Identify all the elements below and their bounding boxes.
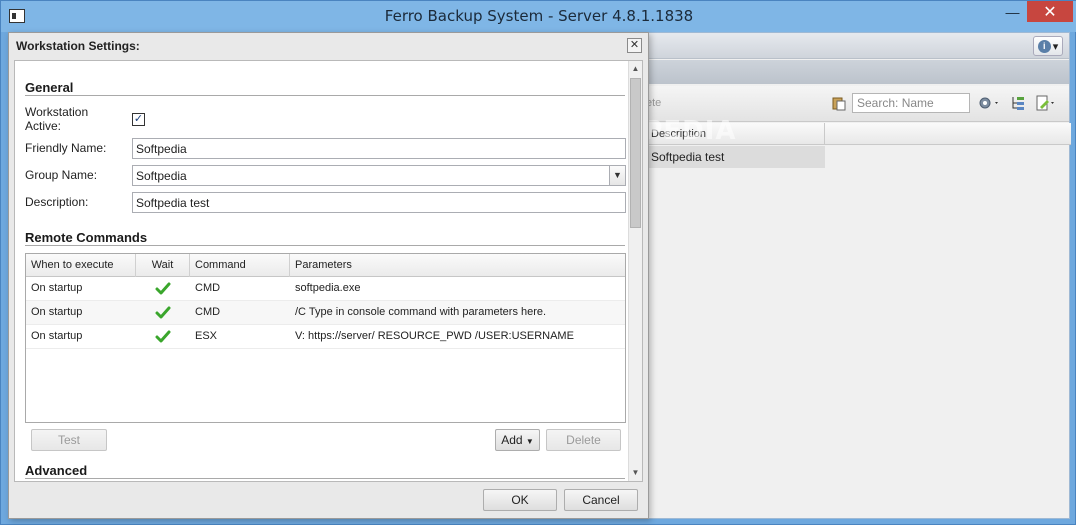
table-row[interactable]: Softpedia test: [649, 146, 825, 168]
cell-command: ESX: [195, 330, 218, 342]
window-controls: — ✕: [998, 1, 1073, 22]
search-input[interactable]: Search: Name: [852, 93, 970, 113]
check-icon: [155, 306, 171, 319]
vertical-scrollbar[interactable]: ▲ ▼: [628, 61, 642, 481]
delete-button[interactable]: Delete: [546, 429, 621, 451]
workstation-active-checkbox[interactable]: ✓: [132, 113, 145, 126]
add-button-label: Add: [501, 433, 523, 447]
divider: [25, 95, 625, 96]
scroll-up-icon[interactable]: ▲: [629, 62, 642, 76]
divider: [25, 478, 625, 479]
cell-command: CMD: [195, 282, 221, 294]
window-title: Ferro Backup System - Server 4.8.1.1838: [384, 7, 694, 25]
gear-icon[interactable]: [978, 95, 1002, 111]
workstation-settings-dialog: Workstation Settings: ✕ General Workstat…: [8, 32, 649, 519]
check-icon: [155, 282, 171, 295]
clipboard-icon[interactable]: [831, 95, 847, 111]
friendly-name-field[interactable]: Softpedia: [132, 138, 626, 159]
table-row[interactable]: On startup CMD softpedia.exe: [26, 277, 625, 301]
dialog-close-button[interactable]: ✕: [627, 38, 642, 53]
dialog-body: General Workstation Active: ✓ Friendly N…: [14, 60, 643, 482]
title-bar[interactable]: Ferro Backup System - Server 4.8.1.1838 …: [1, 1, 1076, 32]
check-icon: [155, 330, 171, 343]
app-window: Ferro Backup System - Server 4.8.1.1838 …: [0, 0, 1076, 525]
test-button[interactable]: Test: [31, 429, 107, 451]
chevron-down-icon[interactable]: ▼: [609, 166, 625, 185]
friendly-name-label: Friendly Name:: [25, 141, 107, 155]
scroll-down-icon[interactable]: ▼: [629, 466, 642, 480]
column-header-parameters[interactable]: Parameters: [290, 254, 626, 277]
scrollbar-thumb[interactable]: [630, 78, 641, 228]
close-window-button[interactable]: ✕: [1027, 1, 1073, 22]
advanced-section-title: Advanced: [25, 463, 88, 478]
minimize-button[interactable]: —: [998, 1, 1027, 22]
cell-parameters: /C Type in console command with paramete…: [295, 306, 547, 318]
description-field[interactable]: Softpedia test: [132, 192, 626, 213]
divider: [25, 245, 625, 246]
column-header-wait[interactable]: Wait: [136, 254, 190, 277]
dialog-title: Workstation Settings:: [16, 39, 140, 53]
chevron-down-icon: ▼: [525, 437, 534, 446]
table-header: When to execute Wait Command Parameters: [26, 254, 625, 277]
chevron-down-icon: ▾: [1052, 40, 1059, 53]
cell-command: CMD: [195, 306, 221, 318]
ok-button[interactable]: OK: [483, 489, 557, 511]
cell-parameters: V: https://server/ RESOURCE_PWD /USER:US…: [295, 330, 574, 342]
remote-commands-title: Remote Commands: [25, 230, 148, 245]
add-button[interactable]: Add ▼: [495, 429, 540, 451]
cell-parameters: softpedia.exe: [295, 282, 361, 294]
tree-view-icon[interactable]: [1010, 95, 1026, 111]
table-row[interactable]: On startup ESX V: https://server/ RESOUR…: [26, 325, 625, 349]
column-header-when[interactable]: When to execute: [26, 254, 136, 277]
info-icon: i: [1037, 39, 1051, 53]
cell-when: On startup: [31, 306, 83, 318]
group-name-label: Group Name:: [25, 168, 98, 182]
cancel-button[interactable]: Cancel: [564, 489, 638, 511]
general-section-title: General: [25, 80, 74, 95]
description-label: Description:: [25, 195, 89, 209]
column-header-command[interactable]: Command: [190, 254, 290, 277]
cell-when: On startup: [31, 282, 83, 294]
group-name-value: Softpedia: [136, 169, 187, 183]
group-name-select[interactable]: Softpedia ▼: [132, 165, 626, 186]
remote-commands-table: When to execute Wait Command Parameters …: [25, 253, 626, 423]
table-row[interactable]: On startup CMD /C Type in console comman…: [26, 301, 625, 325]
edit-document-icon[interactable]: [1035, 95, 1057, 111]
info-button[interactable]: i ▾: [1033, 36, 1063, 56]
cell-when: On startup: [31, 330, 83, 342]
workstation-active-label: Workstation Active:: [25, 105, 89, 133]
